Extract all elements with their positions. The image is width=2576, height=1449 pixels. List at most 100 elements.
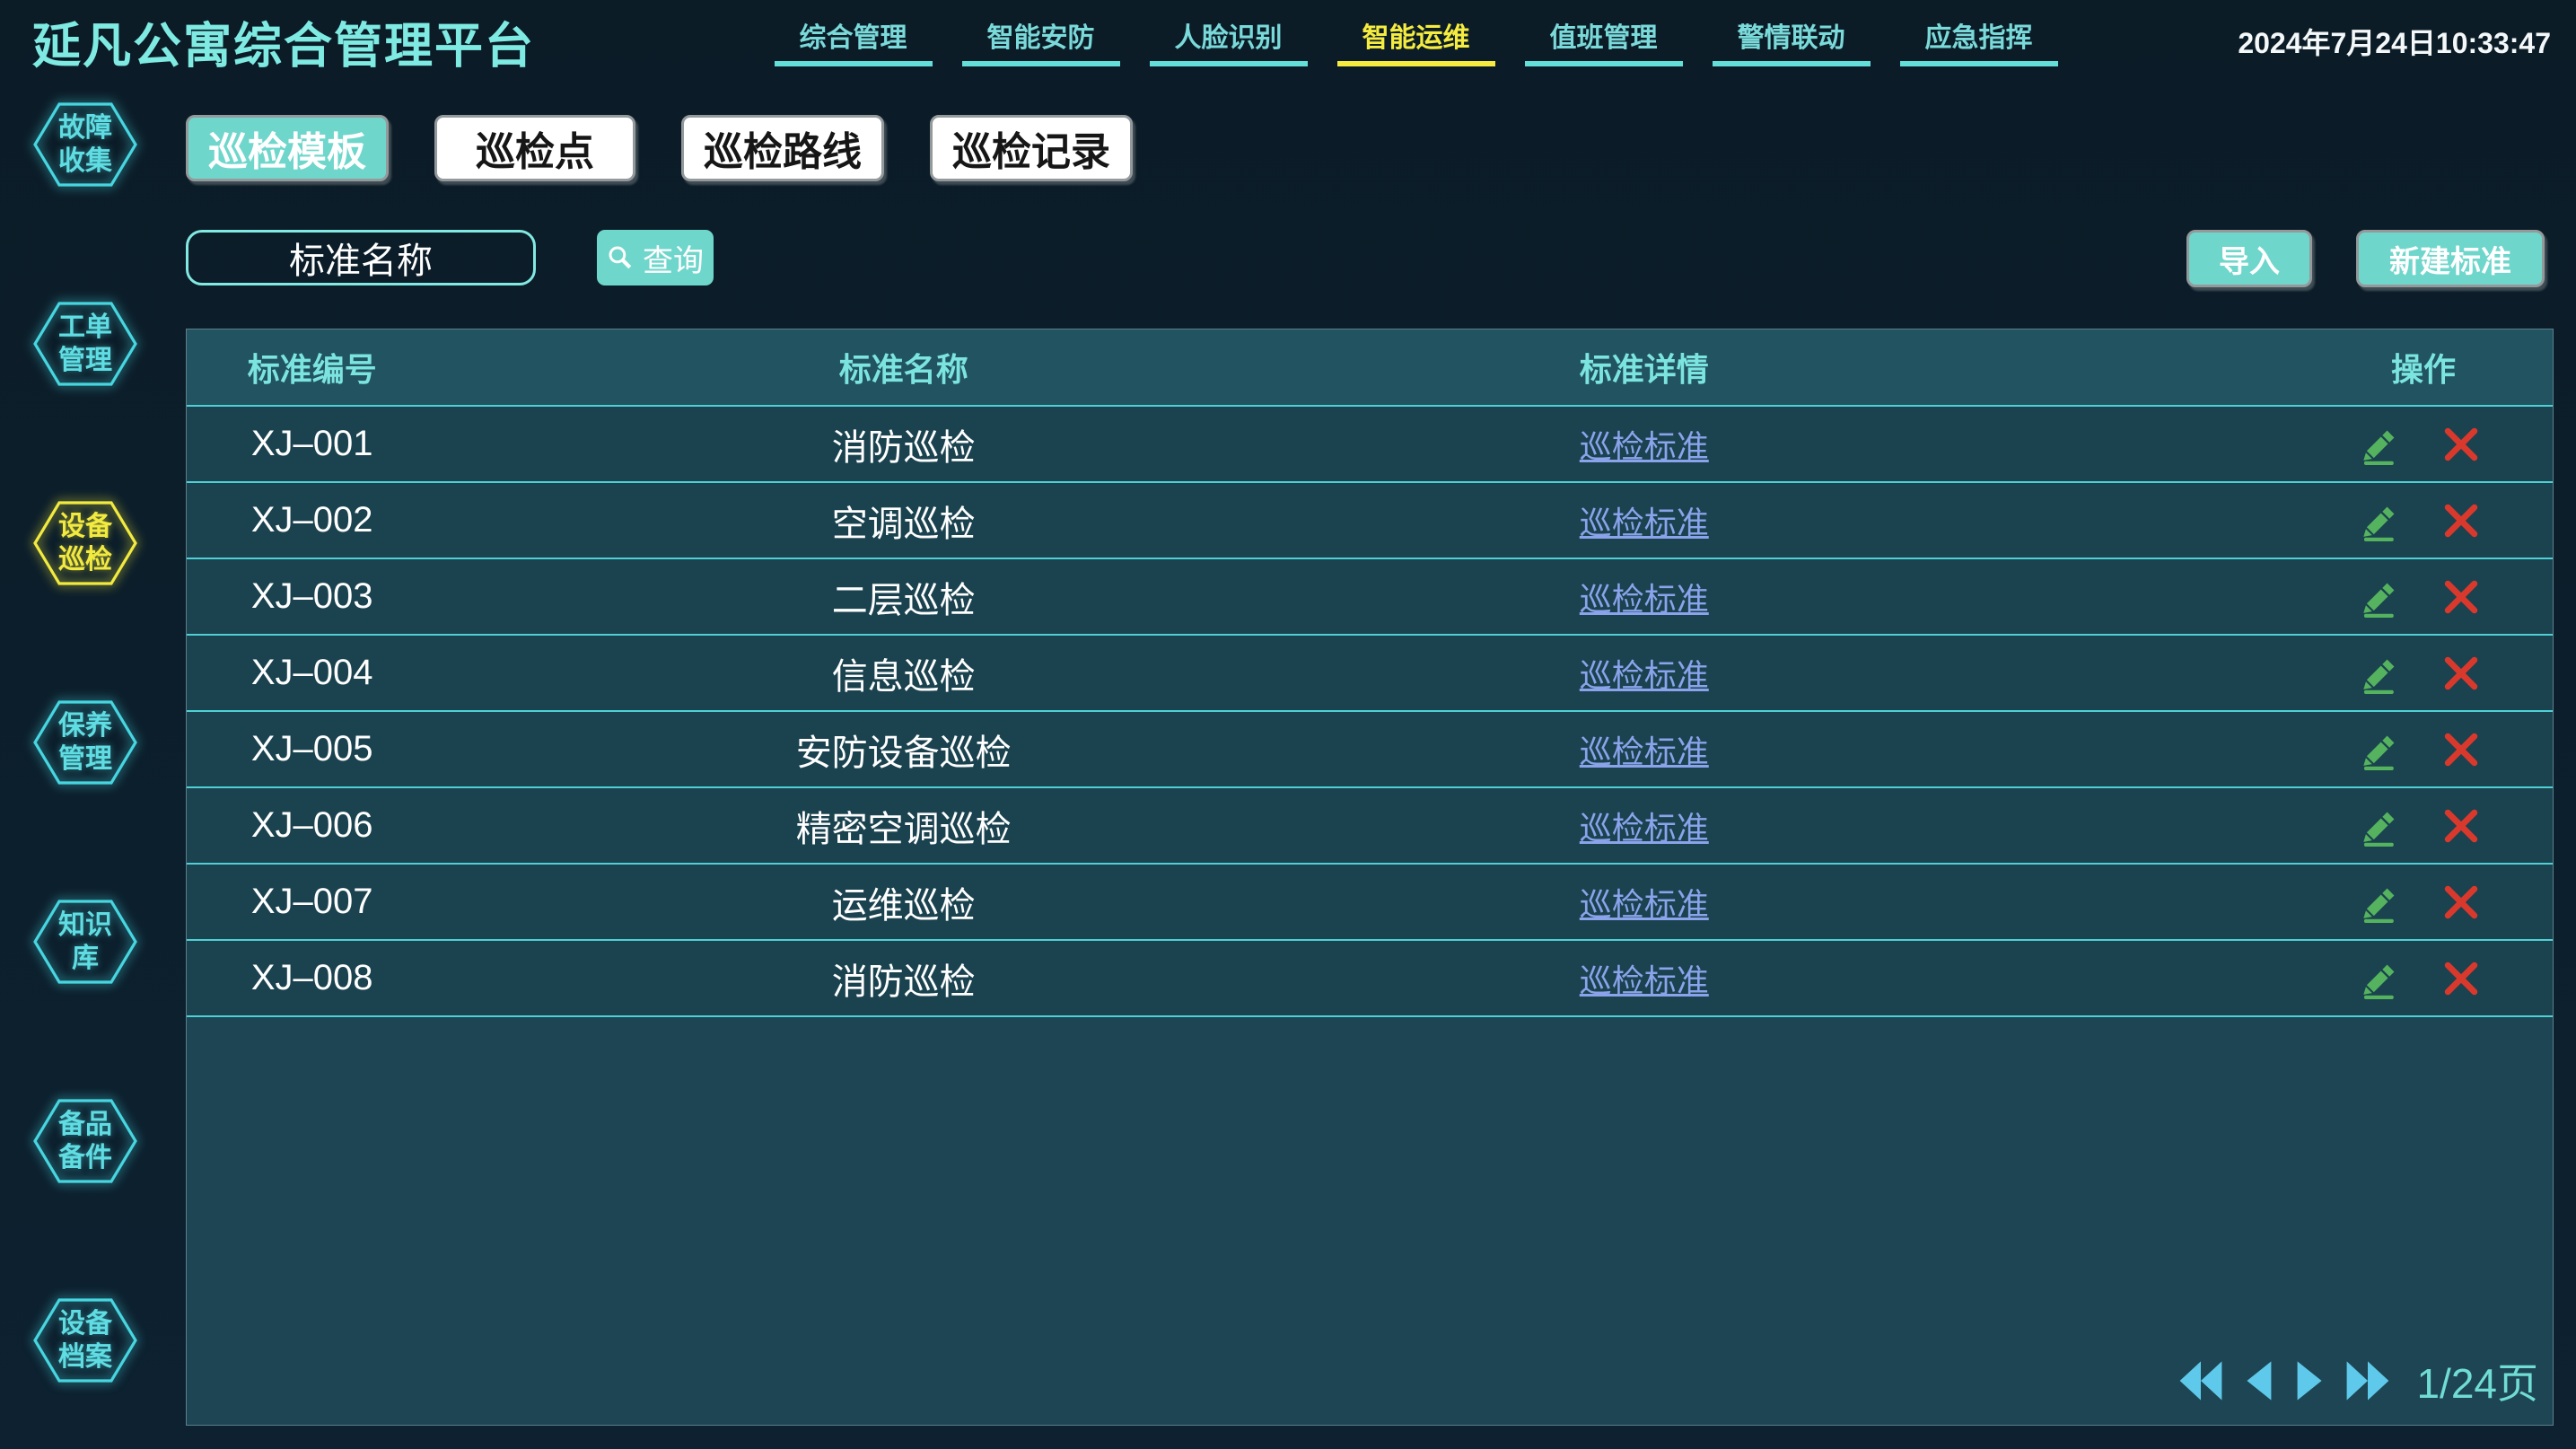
delete-icon[interactable] [2440, 805, 2482, 847]
page-title: 延凡公寓综合管理平台 [32, 6, 535, 77]
nav-tab-label: 警情联动 [1738, 15, 1845, 55]
module-tab-button[interactable]: 巡检模板 [186, 115, 389, 181]
nav-tab[interactable]: 人脸识别 [1135, 0, 1322, 83]
delete-icon[interactable] [2440, 653, 2482, 694]
sidebar-hex-item[interactable]: 保养 管理 [31, 698, 139, 786]
inspection-standard-link[interactable]: 巡检标准 [1580, 803, 1709, 849]
sidebar-item-label: 备品 备件 [31, 1097, 139, 1185]
nav-tab[interactable]: 值班管理 [1510, 0, 1697, 83]
edit-icon[interactable] [2360, 958, 2401, 999]
inspection-standard-link[interactable]: 巡检标准 [1580, 497, 1709, 544]
app-root: 延凡公寓综合管理平台 综合管理 智能安防 人脸识别 智能运维 [0, 0, 2576, 1449]
magnifier-icon [607, 244, 634, 271]
delete-icon[interactable] [2440, 882, 2482, 923]
import-button[interactable]: 导入 [2186, 230, 2312, 287]
col-header-standard-detail: 标准详情 [1370, 329, 1919, 405]
table-row: XJ–007 运维巡检 巡检标准 [187, 863, 2553, 939]
edit-icon[interactable] [2360, 729, 2401, 770]
search-row: 查询 导入 新建标准 [0, 230, 2576, 287]
col-header-standard-id: 标准编号 [187, 329, 437, 405]
nav-tab-underline [1150, 61, 1308, 66]
cell-standard-name: 信息巡检 [437, 636, 1370, 710]
cell-standard-name: 空调巡检 [437, 483, 1370, 558]
standard-name-input[interactable] [186, 230, 536, 285]
cell-standard-id: XJ–008 [187, 941, 437, 1015]
inspection-standard-link[interactable]: 巡检标准 [1580, 879, 1709, 926]
delete-icon[interactable] [2440, 729, 2482, 770]
nav-tab-underline [1713, 61, 1871, 66]
table-row: XJ–004 信息巡检 巡检标准 [187, 634, 2553, 710]
create-standard-button[interactable]: 新建标准 [2356, 230, 2545, 287]
nav-tab-label: 值班管理 [1550, 15, 1658, 55]
datetime-display: 2024年7月24日10:33:47 [2238, 21, 2551, 62]
page-indicator: 1/24页 [2416, 1351, 2538, 1410]
next-page-icon[interactable] [2291, 1357, 2330, 1405]
module-tab-button[interactable]: 巡检路线 [681, 115, 884, 181]
nav-tab[interactable]: 智能运维 [1322, 0, 1510, 83]
inspection-standard-link[interactable]: 巡检标准 [1580, 574, 1709, 620]
table-panel: 标准编号 标准名称 标准详情 操作 XJ–001 消防巡检 巡检标准 [186, 329, 2554, 1426]
delete-icon[interactable] [2440, 500, 2482, 541]
nav-tab-underline [962, 61, 1120, 66]
top-bar: 延凡公寓综合管理平台 综合管理 智能安防 人脸识别 智能运维 [0, 0, 2576, 83]
col-header-standard-name: 标准名称 [437, 329, 1370, 405]
cell-standard-id: XJ–004 [187, 636, 437, 710]
query-button[interactable]: 查询 [597, 230, 714, 285]
nav-tab-underline [1337, 61, 1495, 66]
sidebar-item-label: 故障 收集 [31, 101, 139, 189]
main-nav: 综合管理 智能安防 人脸识别 智能运维 [759, 0, 2072, 83]
inspection-standard-link[interactable]: 巡检标准 [1580, 650, 1709, 697]
nav-tab-label: 智能运维 [1362, 15, 1470, 55]
cell-standard-id: XJ–003 [187, 559, 437, 634]
table-row: XJ–001 消防巡检 巡检标准 [187, 405, 2553, 481]
fast-forward-icon[interactable] [2343, 1357, 2393, 1405]
cell-standard-name: 运维巡检 [437, 865, 1370, 939]
edit-icon[interactable] [2360, 805, 2401, 847]
sidebar-item-label: 知识 库 [31, 898, 139, 986]
nav-tab-underline [1900, 61, 2058, 66]
delete-icon[interactable] [2440, 958, 2482, 999]
edit-icon[interactable] [2360, 424, 2401, 465]
sidebar-hex-item[interactable]: 工单 管理 [31, 300, 139, 388]
inspection-standard-link[interactable]: 巡检标准 [1580, 421, 1709, 468]
delete-icon[interactable] [2440, 576, 2482, 618]
sidebar-hex-item[interactable]: 知识 库 [31, 898, 139, 986]
inspection-standard-link[interactable]: 巡检标准 [1580, 955, 1709, 1002]
sidebar-item-label: 设备 巡检 [31, 499, 139, 587]
edit-icon[interactable] [2360, 500, 2401, 541]
cell-standard-name: 精密空调巡检 [437, 788, 1370, 863]
table-row: XJ–006 精密空调巡检 巡检标准 [187, 786, 2553, 863]
col-header-actions: 操作 [1919, 329, 2553, 405]
cell-standard-name: 安防设备巡检 [437, 712, 1370, 786]
nav-tab[interactable]: 警情联动 [1697, 0, 1885, 83]
edit-icon[interactable] [2360, 576, 2401, 618]
cell-standard-id: XJ–007 [187, 865, 437, 939]
table-row: XJ–008 消防巡检 巡检标准 [187, 939, 2553, 1017]
nav-tab-underline [775, 61, 933, 66]
nav-tab[interactable]: 综合管理 [759, 0, 947, 83]
nav-tab[interactable]: 应急指挥 [1885, 0, 2072, 83]
sidebar-hex-item[interactable]: 故障 收集 [31, 101, 139, 189]
nav-tab-underline [1525, 61, 1683, 66]
prev-page-icon[interactable] [2239, 1357, 2278, 1405]
cell-standard-id: XJ–002 [187, 483, 437, 558]
edit-icon[interactable] [2360, 882, 2401, 923]
table-row: XJ–002 空调巡检 巡检标准 [187, 481, 2553, 558]
sidebar-hex-item[interactable]: 设备 档案 [31, 1296, 139, 1384]
cell-standard-name: 二层巡检 [437, 559, 1370, 634]
inspection-standard-link[interactable]: 巡检标准 [1580, 726, 1709, 773]
module-tab-button[interactable]: 巡检点 [434, 115, 635, 181]
cell-standard-name: 消防巡检 [437, 407, 1370, 481]
sidebar-hex-item[interactable]: 设备 巡检 [31, 499, 139, 587]
module-tabbar: 巡检模板 巡检点 巡检路线 巡检记录 [186, 115, 1133, 181]
module-tab-button[interactable]: 巡检记录 [930, 115, 1133, 181]
sidebar-item-label: 设备 档案 [31, 1296, 139, 1384]
delete-icon[interactable] [2440, 424, 2482, 465]
fast-backward-icon[interactable] [2176, 1357, 2226, 1405]
edit-icon[interactable] [2360, 653, 2401, 694]
sidebar: 故障 收集 工单 管理 设备 巡检 [0, 83, 171, 1449]
table-body: XJ–001 消防巡检 巡检标准 [187, 405, 2553, 1017]
cell-standard-id: XJ–006 [187, 788, 437, 863]
nav-tab[interactable]: 智能安防 [947, 0, 1135, 83]
sidebar-hex-item[interactable]: 备品 备件 [31, 1097, 139, 1185]
